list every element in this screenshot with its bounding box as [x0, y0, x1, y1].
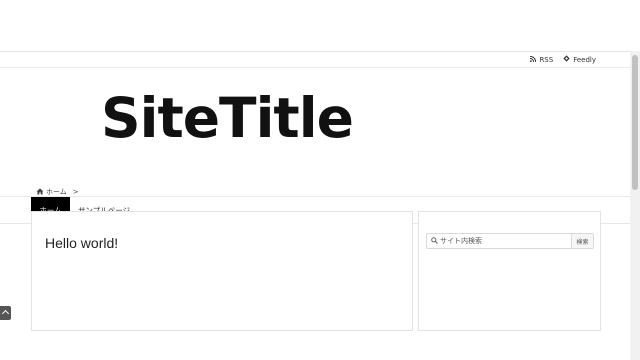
breadcrumb-home-link[interactable]: ホーム — [46, 187, 67, 197]
rss-link[interactable]: RSS — [530, 55, 553, 64]
back-to-top-button[interactable] — [0, 306, 11, 320]
browser-viewport: RSS Feedly SiteTitle ホーム サンプルページ ホーム > — [0, 0, 640, 360]
search-input[interactable] — [440, 235, 570, 247]
feedly-icon — [563, 55, 570, 64]
rss-label: RSS — [539, 55, 554, 64]
search-icon — [431, 236, 438, 246]
rss-icon — [530, 55, 537, 64]
breadcrumb: ホーム > — [36, 187, 79, 197]
sidebar-widget: 検索 — [418, 211, 601, 331]
post-title[interactable]: Hello world! — [45, 235, 118, 251]
site-header: SiteTitle — [0, 68, 630, 197]
page-scrollbar[interactable] — [630, 51, 640, 360]
blank-top-area — [0, 0, 630, 51]
feedly-label: Feedly — [573, 55, 596, 64]
utility-bar: RSS Feedly — [0, 51, 630, 68]
article-card: Hello world! — [31, 211, 413, 331]
search-form: 検索 — [426, 233, 594, 249]
site-title-logo[interactable]: SiteTitle — [101, 91, 354, 146]
scrollbar-thumb[interactable] — [632, 55, 638, 190]
follow-links: RSS Feedly — [530, 55, 596, 64]
search-button[interactable]: 検索 — [571, 234, 593, 248]
feedly-link[interactable]: Feedly — [563, 55, 596, 64]
home-icon — [36, 187, 44, 197]
breadcrumb-separator: > — [72, 188, 79, 196]
